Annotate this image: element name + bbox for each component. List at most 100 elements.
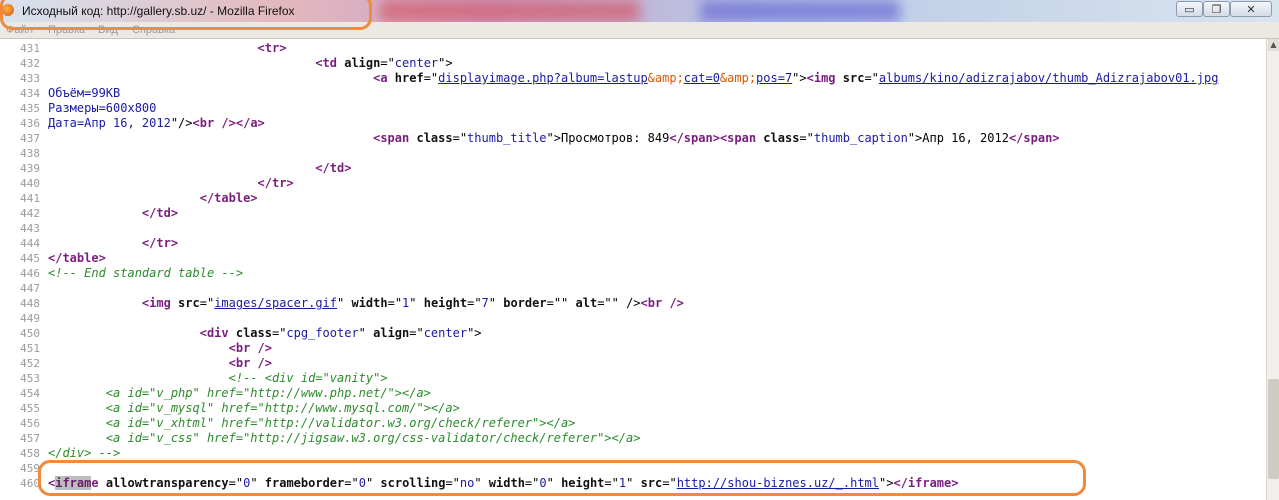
source-line: 445 </table>: [0, 251, 106, 266]
code-token: border: [503, 296, 547, 310]
scroll-up-arrow-icon[interactable]: ▲: [1268, 39, 1279, 51]
code-token: class: [416, 131, 453, 145]
line-number: 456: [20, 417, 40, 430]
code-token: 7: [481, 296, 489, 310]
line-code: </tr>: [48, 236, 178, 250]
code-token: =": [604, 476, 619, 490]
code-token: <br />: [228, 341, 272, 355]
code-token: </span>: [1008, 131, 1060, 145]
code-token: =": [452, 131, 468, 145]
code-token: 0: [358, 476, 366, 490]
code-token: <br />: [640, 296, 684, 310]
menu-edit[interactable]: Правка: [48, 24, 85, 36]
line-number: 446: [20, 267, 40, 280]
scrollbar-thumb[interactable]: [1268, 379, 1279, 479]
source-line: 453 <!-- <div id="vanity">: [0, 371, 387, 386]
code-token: =": [799, 131, 814, 145]
line-number: 436: [20, 117, 40, 130]
menu-file[interactable]: Файл: [6, 24, 33, 36]
source-line: 448 <img src="images/spacer.gif" width="…: [0, 296, 684, 311]
maximize-button[interactable]: ❐: [1203, 1, 1230, 17]
minimize-button[interactable]: ▭: [1176, 1, 1203, 17]
menu-view[interactable]: Вид: [98, 24, 118, 36]
line-code: <br />: [48, 341, 272, 355]
code-token: ">: [438, 56, 453, 70]
code-token: =": [662, 476, 677, 490]
firefox-icon: [2, 4, 14, 16]
source-line: 455 <a id="v_mysql" href="http://www.mys…: [0, 401, 460, 416]
code-token: src: [178, 296, 200, 310]
code-token: </div> -->: [48, 446, 121, 460]
line-code: <a id="v_xhtml" href="http://validator.w…: [48, 416, 576, 430]
source-line: 454 <a id="v_php" href="http://www.php.n…: [0, 386, 431, 401]
title-bar: Исходный код: http://gallery.sb.uz/ - Mo…: [0, 0, 1279, 22]
code-token: href: [394, 71, 424, 85]
line-code: <div class="cpg_footer" align="center">: [48, 326, 482, 340]
code-token: =": [524, 476, 540, 490]
line-number: 443: [20, 222, 40, 235]
line-number: 435: [20, 102, 40, 115]
close-button[interactable]: ✕: [1230, 1, 1272, 17]
line-number: 439: [20, 162, 40, 175]
code-token: </iframe>: [893, 476, 959, 490]
source-link[interactable]: pos=7: [756, 71, 792, 85]
code-token: =": [380, 56, 395, 70]
source-line: 451 <br />: [0, 341, 272, 356]
code-token: ifram: [55, 476, 92, 490]
line-code: </td>: [48, 206, 178, 220]
code-token: &amp;: [647, 71, 684, 85]
source-view[interactable]: 431 <tr> 432 <td align="center"> 433 <a hr…: [0, 39, 1266, 500]
menu-help[interactable]: Справка: [132, 24, 175, 36]
code-token: &amp;: [719, 71, 757, 85]
code-token: =": [344, 476, 359, 490]
code-token: </td>: [315, 161, 352, 175]
line-code: Объём=99KB: [48, 86, 120, 100]
source-line: 433 <a href="displayimage.php?album=last…: [0, 71, 1218, 86]
line-number: 450: [20, 327, 40, 340]
code-token: <a id="v_css" href="http://jigsaw.w3.org…: [105, 431, 641, 445]
source-link[interactable]: albums/kino/adizrajabov/thumb_Adizrajabo…: [879, 71, 1219, 85]
code-token: <img: [806, 71, 843, 85]
source-link[interactable]: cat=0: [684, 71, 720, 85]
source-line: 446 <!-- End standard table -->: [0, 266, 243, 281]
line-code: </tr>: [48, 176, 294, 190]
source-line: 434 Объём=99KB: [0, 86, 120, 101]
code-token: <td: [315, 56, 345, 70]
line-number: 438: [20, 147, 40, 160]
line-number: 431: [20, 42, 40, 55]
code-token: align: [344, 56, 381, 70]
source-line: 439 </td>: [0, 161, 351, 176]
code-token: Размеры=600x800: [48, 101, 157, 115]
source-line: 435 Размеры=600x800: [0, 101, 156, 116]
line-number: 457: [20, 432, 40, 445]
source-line: 456 <a id="v_xhtml" href="http://validat…: [0, 416, 575, 431]
source-line: 459: [0, 461, 48, 476]
line-number: 449: [20, 312, 40, 325]
line-number: 459: [20, 462, 40, 475]
code-token: </table>: [199, 191, 258, 205]
code-token: src: [640, 476, 663, 490]
menu-bar: Файл Правка Вид Справка: [0, 22, 1279, 39]
code-token: <a: [373, 71, 395, 85]
code-token: </table>: [48, 251, 106, 265]
code-token: ": [409, 296, 424, 310]
source-line: 442 </td>: [0, 206, 178, 221]
code-token: </tr>: [141, 236, 179, 250]
source-link[interactable]: images/spacer.gif: [214, 296, 337, 310]
code-token: =": [467, 296, 482, 310]
code-token: frameborder: [264, 476, 345, 490]
code-token: width: [351, 296, 388, 310]
code-token: <tr>: [257, 41, 287, 55]
source-link[interactable]: http://shou-biznes.uz/_.html: [677, 476, 879, 490]
code-token: ": [250, 476, 265, 490]
code-token: "/>: [170, 116, 193, 130]
line-code: <!-- End standard table -->: [48, 266, 243, 280]
line-code: </div> -->: [48, 446, 120, 460]
code-token: ">: [879, 476, 894, 490]
code-token: no: [459, 476, 475, 490]
code-token: =": [271, 326, 287, 340]
line-code: <a id="v_php" href="http://www.php.net/"…: [48, 386, 431, 400]
code-token: =": [409, 326, 424, 340]
vertical-scrollbar[interactable]: ▲: [1266, 39, 1279, 500]
source-link[interactable]: displayimage.php?album=lastup: [438, 71, 648, 85]
